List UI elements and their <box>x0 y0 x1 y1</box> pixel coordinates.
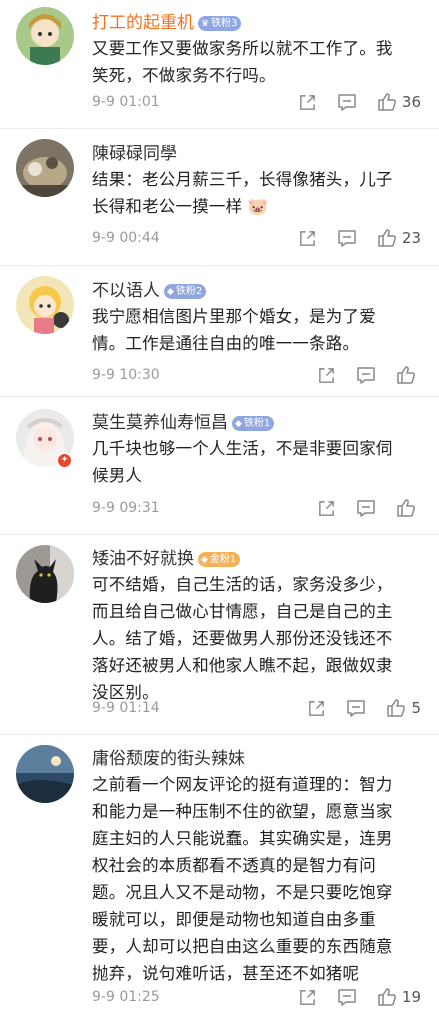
username-text[interactable]: 打工的起重机 <box>92 13 194 33</box>
share-icon <box>309 700 325 716</box>
comment-icon <box>357 499 375 517</box>
comment-actions <box>297 365 421 385</box>
share-button[interactable] <box>298 229 317 248</box>
timestamp: 9-9 01:25 <box>92 989 160 1005</box>
comment-meta: 9-9 10:30 <box>92 365 421 387</box>
reply-button[interactable] <box>356 366 376 385</box>
comment-item: 打工的起重机 ♛ 铁粉3 又要工作又要做家务所以就不工作了。我 笑死，不做家务不行吗… <box>0 0 439 129</box>
comment-item: 矮油不好就换 ◆ 金粉1 可不结婚，自己生活的话，家务没多少， 而且给自己做心甘情愿… <box>0 535 439 735</box>
fan-badge: ◆ 金粉1 <box>198 552 241 567</box>
comment-item: 庸俗颓废的街头辣妹 之前看一个网友评论的挺有道理的：智力 和能力是一种压制不住的… <box>0 735 439 1028</box>
comment-text: 又要工作又要做家务所以就不工作了。我 笑死，不做家务不行吗。 <box>92 39 393 85</box>
avatar[interactable] <box>16 7 74 65</box>
comment-text: 结果：老公月薪三千，长得像猪头，儿子 长得和老公一摸一样 🐷 <box>92 170 393 216</box>
reply-button[interactable] <box>337 988 357 1007</box>
share-icon <box>319 367 334 383</box>
reply-button[interactable] <box>346 699 366 718</box>
diamond-icon: ◆ <box>235 419 242 429</box>
username[interactable]: 陳碌碌同學 <box>92 143 177 165</box>
fan-badge: ♛ 铁粉3 <box>198 16 242 31</box>
fan-badge: ◆ 铁粉2 <box>164 284 207 299</box>
crown-icon: ♛ <box>201 19 210 29</box>
comment-actions <box>297 498 421 518</box>
comment-item: 陳碌碌同學 结果：老公月薪三千，长得像猪头，儿子 长得和老公一摸一样 🐷 9-9… <box>0 129 439 266</box>
username[interactable]: 不以语人 ◆ 铁粉2 <box>92 280 207 302</box>
verified-badge: ✦ <box>56 452 73 469</box>
timestamp: 9-9 00:44 <box>92 230 160 246</box>
avatar[interactable] <box>16 139 74 197</box>
username[interactable]: 打工的起重机 ♛ 铁粉3 <box>92 12 242 34</box>
like-count: 23 <box>401 229 421 247</box>
share-button[interactable] <box>298 988 317 1007</box>
comment-icon <box>338 93 356 111</box>
comment-actions: 5 <box>287 698 421 718</box>
share-button[interactable] <box>307 699 326 718</box>
thumbs-up-icon <box>378 229 396 247</box>
comment-item: ✦ 莫生莫养仙寿恒昌 ◆ 铁粉1 几千块也够一个人生活，不是非要回家伺 候男人 9-… <box>0 397 439 535</box>
share-icon <box>300 989 315 1005</box>
username-text[interactable]: 庸俗颓废的街头辣妹 <box>92 749 245 769</box>
comment-icon <box>338 229 356 247</box>
comment-text: 之前看一个网友评论的挺有道理的：智力 和能力是一种压制不住的欲望，愿意当家 庭主… <box>92 775 393 983</box>
comment-icon <box>347 699 366 717</box>
like-count: 19 <box>401 988 421 1006</box>
diamond-icon: ◆ <box>201 555 208 565</box>
like-count: 36 <box>401 93 421 111</box>
reply-button[interactable] <box>337 229 357 248</box>
comment-meta: 9-9 00:44 23 <box>92 228 421 250</box>
comment-actions: 19 <box>278 987 421 1007</box>
comment-actions: 36 <box>278 92 421 112</box>
diamond-icon: ◆ <box>167 287 174 297</box>
comment-text: 可不结婚，自己生活的话，家务没多少， 而且给自己做心甘情愿，自己是自己的主 人。… <box>92 575 393 702</box>
thumbs-up-icon <box>397 499 415 517</box>
comment-actions: 23 <box>278 228 421 248</box>
share-button[interactable] <box>298 93 317 112</box>
timestamp: 9-9 09:31 <box>92 500 160 516</box>
username-text[interactable]: 陳碌碌同學 <box>92 144 177 164</box>
avatar[interactable] <box>16 545 74 603</box>
share-icon <box>319 500 334 516</box>
like-button[interactable]: 36 <box>377 92 421 112</box>
like-button[interactable] <box>396 498 421 518</box>
timestamp: 9-9 01:01 <box>92 94 160 110</box>
like-button[interactable]: 19 <box>377 987 421 1007</box>
timestamp: 9-9 10:30 <box>92 367 160 383</box>
timestamp: 9-9 01:14 <box>92 700 160 716</box>
share-icon <box>300 230 315 246</box>
share-icon <box>300 94 315 110</box>
thumbs-up-icon <box>387 699 406 717</box>
thumbs-up-icon <box>397 366 415 384</box>
reply-button[interactable] <box>337 93 357 112</box>
share-button[interactable] <box>317 499 336 518</box>
fan-badge: ◆ 铁粉1 <box>232 416 275 431</box>
like-button[interactable]: 23 <box>377 228 421 248</box>
username[interactable]: 庸俗颓废的街头辣妹 <box>92 748 245 770</box>
username-text[interactable]: 不以语人 <box>92 281 160 301</box>
username[interactable]: 莫生莫养仙寿恒昌 ◆ 铁粉1 <box>92 412 275 434</box>
comment-icon <box>357 366 375 384</box>
comment-text: 我宁愿相信图片里那个婚女，是为了爱 情。工作是通往自由的唯一一条路。 <box>92 307 376 353</box>
username[interactable]: 矮油不好就换 ◆ 金粉1 <box>92 548 241 570</box>
comment-meta: 9-9 01:25 19 <box>92 987 421 1009</box>
comment-meta: 9-9 01:01 36 <box>92 92 421 114</box>
comment-text: 几千块也够一个人生活，不是非要回家伺 候男人 <box>92 439 393 485</box>
username-text[interactable]: 矮油不好就换 <box>92 549 194 569</box>
comment-meta: 9-9 09:31 <box>92 498 421 520</box>
thumbs-up-icon <box>378 93 396 111</box>
like-button[interactable]: 5 <box>386 698 421 718</box>
avatar[interactable] <box>16 745 74 803</box>
comment-item: 不以语人 ◆ 铁粉2 我宁愿相信图片里那个婚女，是为了爱 情。工作是通往自由的唯一一… <box>0 266 439 397</box>
comment-meta: 9-9 01:14 5 <box>92 698 421 720</box>
avatar[interactable] <box>16 276 74 334</box>
share-button[interactable] <box>317 366 336 385</box>
like-button[interactable] <box>396 365 421 385</box>
comment-icon <box>338 988 356 1006</box>
reply-button[interactable] <box>356 499 376 518</box>
username-text[interactable]: 莫生莫养仙寿恒昌 <box>92 413 228 433</box>
like-count: 5 <box>411 699 421 717</box>
thumbs-up-icon <box>378 988 396 1006</box>
